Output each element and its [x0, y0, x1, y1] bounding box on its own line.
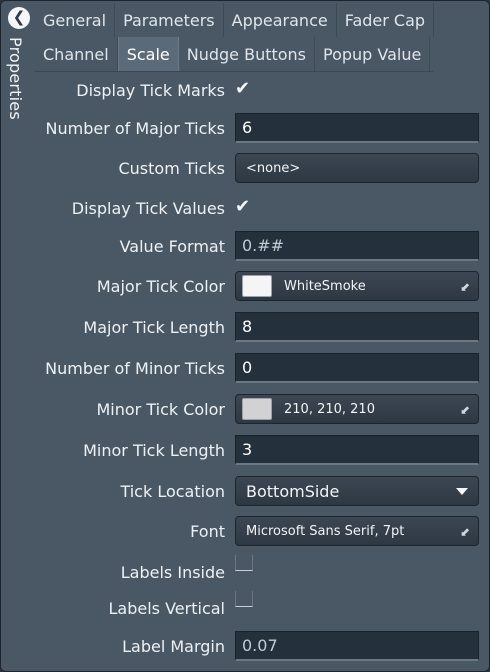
minor-tick-color-label: Minor Tick Color: [96, 399, 226, 419]
row-minor-tick-color: Minor Tick Color 210, 210, 210 ⬋: [35, 391, 489, 427]
back-arrow-icon[interactable]: ❮: [8, 7, 30, 29]
caret-down-icon: [456, 488, 468, 495]
display-tick-values-label: Display Tick Values: [71, 198, 225, 218]
display-tick-marks-label: Display Tick Marks: [76, 80, 225, 100]
major-tick-length-label: Major Tick Length: [83, 317, 225, 337]
row-labels-inside: Labels Inside: [35, 554, 489, 590]
tab-general[interactable]: General: [35, 3, 116, 37]
tab-scale[interactable]: Scale: [117, 37, 179, 71]
row-number-of-minor-ticks: Number of Minor Ticks 0: [35, 350, 489, 386]
labels-inside-checkbox[interactable]: [235, 555, 253, 571]
properties-sidebar: ❮ Properties: [1, 1, 35, 671]
tab-fader-cap[interactable]: Fader Cap: [337, 3, 435, 37]
major-tick-color-label: Major Tick Color: [96, 276, 225, 296]
minor-tick-color-swatch: [242, 398, 272, 420]
check-icon: ✔: [235, 196, 251, 217]
number-of-major-ticks-label: Number of Major Ticks: [45, 118, 226, 138]
font-label: Font: [190, 521, 225, 541]
custom-ticks-label: Custom Ticks: [118, 158, 225, 178]
row-custom-ticks: Custom Ticks <none>: [35, 150, 489, 186]
minor-tick-length-label: Minor Tick Length: [83, 440, 225, 460]
number-of-minor-ticks-input[interactable]: 0: [235, 353, 479, 383]
properties-panel: ❮ Properties General Parameters Appearan…: [0, 0, 490, 672]
tab-parameters[interactable]: Parameters: [115, 3, 224, 37]
labels-vertical-label: Labels Vertical: [108, 598, 225, 618]
corner-arrow-icon: ⬋: [459, 403, 470, 417]
row-major-tick-length: Major Tick Length 8: [35, 309, 489, 345]
label-margin-input[interactable]: 0.07: [235, 631, 479, 661]
row-value-format: Value Format 0.##: [35, 228, 489, 264]
tab-bar-primary: General Parameters Appearance Fader Cap: [35, 3, 435, 37]
value-format-input[interactable]: 0.##: [235, 231, 479, 261]
row-major-tick-color: Major Tick Color WhiteSmoke ⬋: [35, 268, 489, 304]
display-tick-values-checkbox[interactable]: ✔: [235, 196, 253, 217]
major-tick-color-picker[interactable]: WhiteSmoke ⬋: [235, 271, 479, 301]
row-display-tick-marks: Display Tick Marks ✔: [35, 72, 489, 108]
labels-vertical-checkbox[interactable]: [235, 591, 253, 607]
tab-appearance[interactable]: Appearance: [224, 3, 337, 37]
properties-title: Properties: [6, 37, 25, 120]
corner-arrow-icon: ⬋: [459, 525, 470, 539]
tick-location-value: BottomSide: [246, 481, 340, 501]
row-minor-tick-length: Minor Tick Length 3: [35, 432, 489, 468]
value-format-label: Value Format: [119, 236, 225, 256]
tab-popup-value[interactable]: Popup Value: [315, 37, 431, 71]
font-picker[interactable]: Microsoft Sans Serif, 7pt ⬋: [235, 516, 479, 546]
display-tick-marks-checkbox[interactable]: ✔: [235, 78, 253, 99]
row-number-of-major-ticks: Number of Major Ticks 6: [35, 110, 489, 146]
major-tick-color-value: WhiteSmoke: [284, 278, 366, 294]
number-of-minor-ticks-label: Number of Minor Ticks: [45, 358, 225, 378]
row-labels-vertical: Labels Vertical: [35, 590, 489, 626]
minor-tick-length-input[interactable]: 3: [235, 435, 479, 465]
label-margin-label: Label Margin: [122, 636, 225, 656]
minor-tick-color-value: 210, 210, 210: [284, 401, 375, 417]
check-icon: ✔: [235, 78, 251, 99]
minor-tick-color-picker[interactable]: 210, 210, 210 ⬋: [235, 394, 479, 424]
labels-inside-label: Labels Inside: [120, 562, 225, 582]
major-tick-color-swatch: [242, 275, 272, 297]
custom-ticks-button[interactable]: <none>: [235, 153, 479, 183]
row-tick-location: Tick Location BottomSide: [35, 473, 489, 509]
tab-nudge-buttons[interactable]: Nudge Buttons: [179, 37, 316, 71]
major-tick-length-input[interactable]: 8: [235, 312, 479, 342]
number-of-major-ticks-input[interactable]: 6: [235, 113, 479, 143]
tab-bar-secondary: Channel Scale Nudge Buttons Popup Value: [35, 37, 431, 71]
row-display-tick-values: Display Tick Values ✔: [35, 190, 489, 226]
row-font: Font Microsoft Sans Serif, 7pt ⬋: [35, 513, 489, 549]
row-label-margin: Label Margin 0.07: [35, 628, 489, 664]
corner-arrow-icon: ⬋: [459, 280, 470, 294]
tick-location-dropdown[interactable]: BottomSide: [235, 476, 479, 506]
tab-channel[interactable]: Channel: [35, 37, 118, 71]
tick-location-label: Tick Location: [120, 481, 225, 501]
font-value: Microsoft Sans Serif, 7pt: [246, 523, 405, 539]
